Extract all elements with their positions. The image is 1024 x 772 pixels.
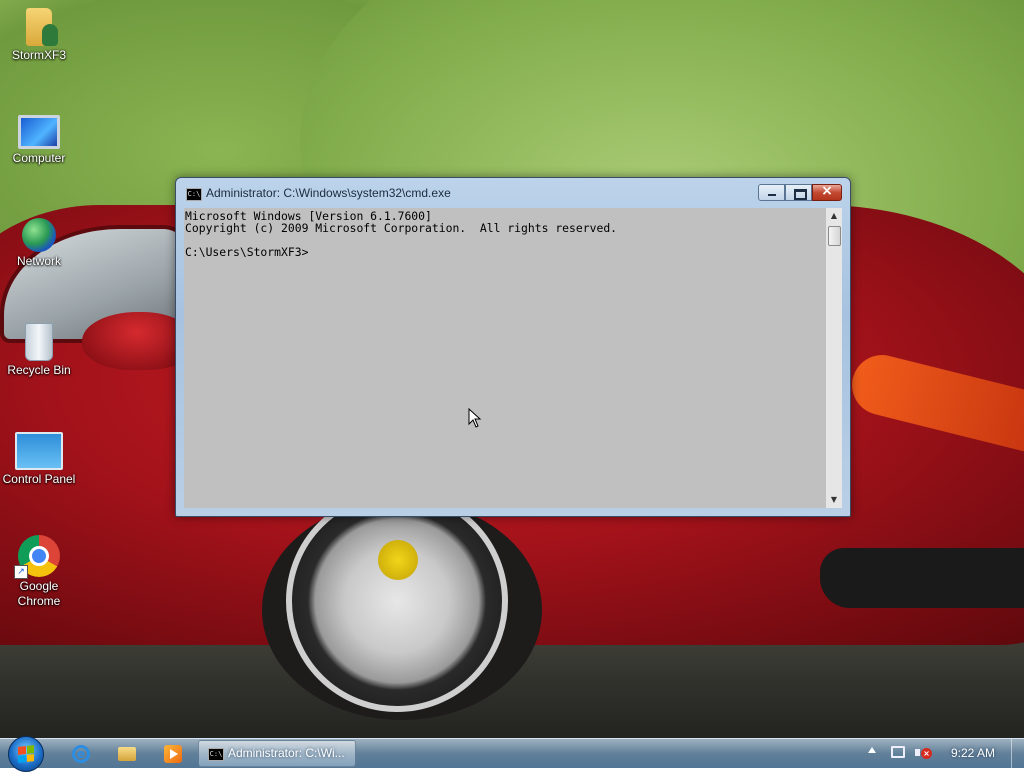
window-title: Administrator: C:\Windows\system32\cmd.e… (206, 186, 451, 200)
maximize-button[interactable] (785, 184, 812, 201)
window-controls: × (758, 183, 842, 201)
cmd-icon[interactable]: C:\ (186, 188, 202, 201)
desktop-icon-label: Recycle Bin (7, 363, 71, 377)
desktop-icon-recycle-bin[interactable]: Recycle Bin (0, 323, 78, 378)
taskbar-pin-media-player[interactable] (152, 742, 192, 766)
desktop-icon-google-chrome[interactable]: ↗ Google Chrome (0, 535, 78, 609)
cmd-window[interactable]: C:\ Administrator: C:\Windows\system32\c… (175, 177, 851, 517)
taskbar-task-cmd[interactable]: C:\ Administrator: C:\Wi... (198, 740, 356, 767)
network-icon (22, 218, 56, 252)
desktop-icon-stormxf3[interactable]: StormXF3 (0, 8, 78, 63)
wallpaper-car-intake (820, 548, 1024, 608)
control-panel-icon (15, 432, 63, 470)
desktop-icon-network[interactable]: Network (0, 218, 78, 269)
windows-logo-icon (18, 745, 34, 763)
wallpaper-wheel-hub (378, 540, 418, 580)
desktop-icon-label: Computer (12, 151, 66, 165)
scroll-down-icon[interactable]: ▼ (826, 492, 842, 508)
shortcut-arrow-icon: ↗ (14, 565, 28, 579)
show-desktop-button[interactable] (1011, 739, 1024, 768)
vertical-scrollbar[interactable]: ▲ ▼ (826, 208, 842, 508)
start-button[interactable] (8, 736, 44, 772)
recycle-bin-icon (25, 323, 53, 361)
network-tray-icon[interactable] (891, 746, 905, 758)
desktop-icon-computer[interactable]: Computer (0, 115, 78, 166)
taskbar: e C:\ Administrator: C:\Wi... × 9:22 AM (0, 736, 1024, 772)
maximize-icon (794, 189, 807, 200)
show-hidden-icons-icon[interactable] (868, 747, 876, 753)
console-text: Microsoft Windows [Version 6.1.7600] Cop… (185, 209, 618, 259)
taskbar-pin-ie[interactable]: e (60, 742, 100, 766)
desktop-icon-label: Control Panel (2, 472, 76, 486)
minimize-icon (768, 194, 776, 196)
volume-muted-icon[interactable]: × (915, 746, 932, 760)
scroll-up-icon[interactable]: ▲ (826, 208, 842, 224)
desktop-icon-label: Network (16, 254, 61, 268)
ie-icon: e (72, 745, 90, 763)
minimize-button[interactable] (758, 184, 785, 201)
desktop-icon-label: Google Chrome (17, 579, 61, 608)
taskbar-pin-explorer[interactable] (106, 742, 146, 766)
window-titlebar[interactable]: C:\ Administrator: C:\Windows\system32\c… (176, 178, 850, 208)
media-player-icon (164, 745, 182, 763)
user-folder-icon (26, 8, 58, 46)
desktop-icon-control-panel[interactable]: Control Panel (0, 432, 78, 487)
scroll-thumb[interactable] (828, 226, 841, 246)
console-output[interactable]: Microsoft Windows [Version 6.1.7600] Cop… (184, 208, 826, 508)
close-button[interactable]: × (812, 183, 842, 201)
computer-icon (18, 115, 60, 149)
system-clock[interactable]: 9:22 AM (940, 746, 1006, 760)
close-icon: × (821, 183, 833, 199)
cmd-icon: C:\ (208, 748, 224, 761)
folder-icon (118, 747, 136, 761)
wallpaper-wheel (286, 490, 508, 712)
desktop-icon-label: StormXF3 (11, 48, 66, 62)
chrome-icon: ↗ (14, 535, 60, 579)
taskbar-task-label: Administrator: C:\Wi... (228, 746, 345, 760)
